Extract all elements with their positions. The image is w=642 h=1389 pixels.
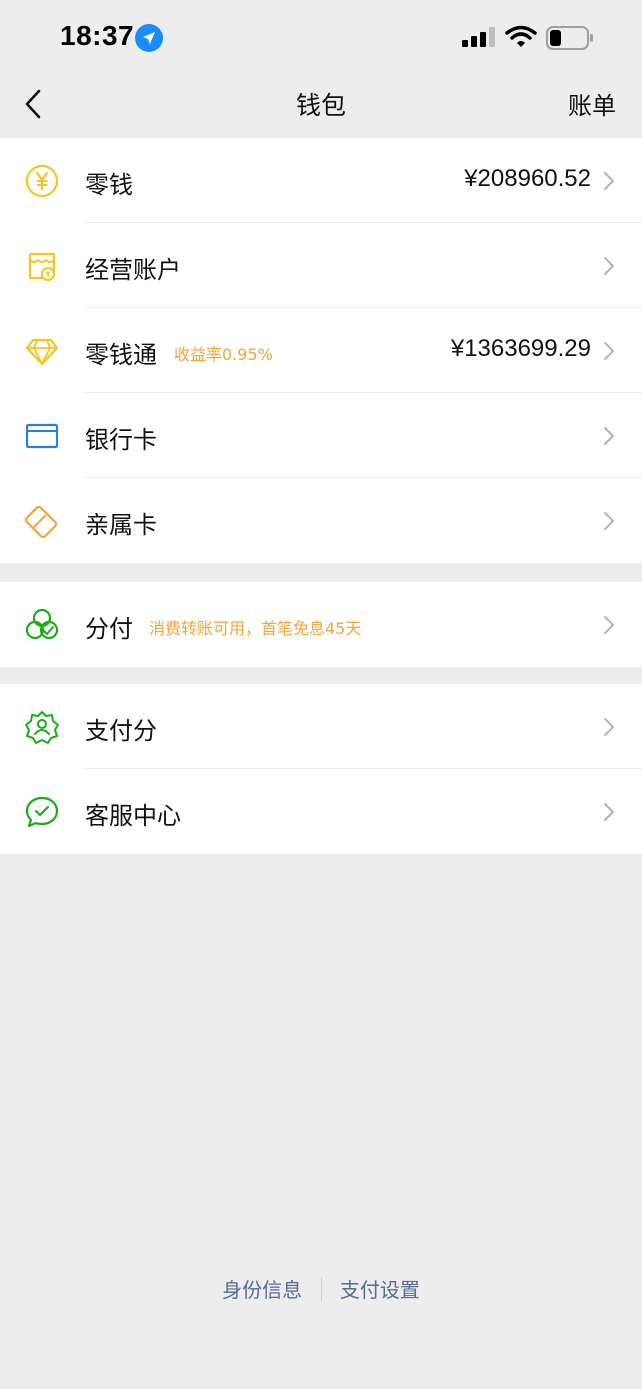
wallet-group-3: 支付分 客服中心 [0,684,642,854]
fenfu-promo-tag: 消费转账可用，首笔免息45天 [149,619,362,638]
bill-button[interactable]: 账单 [568,86,616,121]
chevron-right-icon [604,718,615,736]
row-change[interactable]: 零钱 ¥208960.52 [0,138,642,223]
payment-settings-link[interactable]: 支付设置 [340,1278,420,1302]
chevron-right-icon [604,512,615,530]
status-time: 18:37 [60,20,135,51]
family-card-icon [24,505,58,539]
row-pay-score[interactable]: 支付分 [0,684,642,769]
status-bar: 18:37 [0,0,642,70]
location-arrow-icon [135,24,163,52]
row-business-account[interactable]: 经营账户 [0,223,642,308]
identity-info-link[interactable]: 身份信息 [222,1278,302,1302]
shop-receipt-icon [28,252,56,281]
row-label: 分付 [85,615,133,643]
footer-separator [320,1276,322,1301]
fenfu-icon [25,608,59,640]
row-label: 零钱 [85,171,133,199]
pay-score-badge-icon [25,711,59,744]
row-family-card[interactable]: 亲属卡 [0,478,642,563]
row-label: 客服中心 [85,802,181,830]
row-label: 银行卡 [85,426,157,454]
row-label: 零钱通 [85,341,157,369]
row-label: 亲属卡 [85,511,157,539]
row-customer-service[interactable]: 客服中心 [0,769,642,854]
bank-card-icon [25,423,59,449]
nav-bar: 钱包 账单 [0,70,642,138]
chevron-right-icon [604,616,615,634]
change-plus-balance: ¥1363699.29 [450,335,591,362]
page-title: 钱包 [295,91,346,120]
diamond-icon [25,338,59,366]
wallet-group-1: 零钱 ¥208960.52 经营账户 零钱通 收益率0.95% ¥1363699… [0,138,642,563]
battery-icon [546,26,593,50]
chevron-right-icon [604,342,615,360]
row-bank-card[interactable]: 银行卡 [0,393,642,478]
wifi-icon [505,25,537,47]
chevron-right-icon [604,172,615,190]
chevron-right-icon [604,427,615,445]
wallet-group-2: 分付 消费转账可用，首笔免息45天 [0,582,642,667]
yuan-coin-icon [25,164,59,198]
row-label: 支付分 [85,717,157,745]
row-change-plus[interactable]: 零钱通 收益率0.95% ¥1363699.29 [0,308,642,393]
row-label: 经营账户 [85,256,181,284]
customer-service-icon [25,796,59,828]
row-fenfu[interactable]: 分付 消费转账可用，首笔免息45天 [0,582,642,667]
chevron-right-icon [604,257,615,275]
signal-icon [462,27,495,47]
change-balance: ¥208960.52 [464,165,591,192]
chevron-right-icon [604,803,615,821]
yield-rate-tag: 收益率0.95% [174,345,273,364]
footer-links: 身份信息 支付设置 [0,1274,642,1303]
